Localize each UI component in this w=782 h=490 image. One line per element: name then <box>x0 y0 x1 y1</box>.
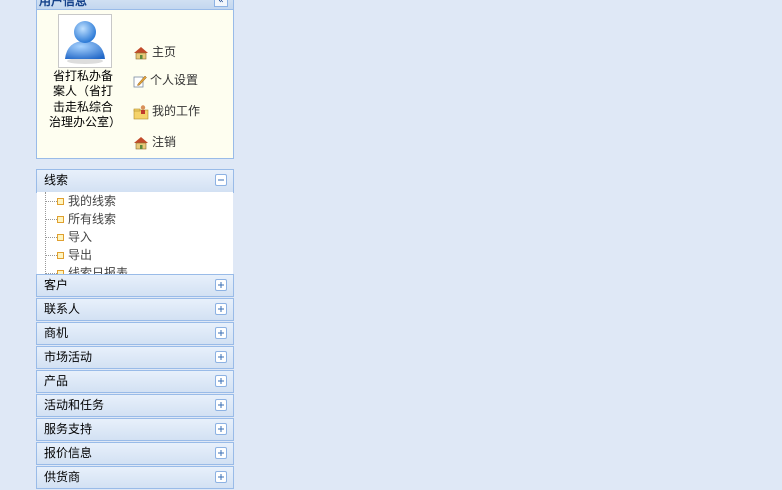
user-info-panel: 用户信息 « 省打私办备案人（省打击走私综合治理办公室） 主页 个人设置 我的工… <box>36 0 234 159</box>
expand-plus-icon[interactable] <box>215 471 227 483</box>
user-info-header: 用户信息 « <box>37 0 233 10</box>
tree-item-label: 导入 <box>68 230 93 244</box>
tree-node-icon <box>57 234 64 241</box>
accordion-header-opportunities[interactable]: 商机 <box>36 322 234 345</box>
tree-node-icon <box>57 252 64 259</box>
accordion-header-leads[interactable]: 线索 <box>36 169 234 193</box>
tree-item-label: 所有线索 <box>68 212 117 226</box>
tree-item-export[interactable]: 导出 <box>45 246 92 264</box>
tree-item-import[interactable]: 导入 <box>45 228 92 246</box>
personal-settings-label: 个人设置 <box>150 73 199 87</box>
expand-plus-icon[interactable] <box>215 279 227 291</box>
accordion-header-label: 报价信息 <box>44 446 93 460</box>
tree-item-label: 线索日报表 <box>68 266 129 274</box>
accordion-header-support[interactable]: 服务支持 <box>36 418 234 441</box>
user-avatar-icon <box>65 21 105 64</box>
expand-plus-icon[interactable] <box>215 423 227 435</box>
personal-settings-link[interactable]: 个人设置 <box>133 71 198 89</box>
accordion-header-marketing[interactable]: 市场活动 <box>36 346 234 369</box>
edit-icon <box>133 75 147 87</box>
tree-item-all-leads[interactable]: 所有线索 <box>45 210 116 228</box>
user-name: 省打私办备案人（省打击走私综合治理办公室） <box>49 69 122 129</box>
my-work-link[interactable]: 我的工作 <box>133 102 200 120</box>
expand-plus-icon[interactable] <box>215 399 227 411</box>
expand-plus-icon[interactable] <box>215 303 227 315</box>
accordion-header-label: 活动和任务 <box>44 398 105 412</box>
tree-node-icon <box>57 198 64 205</box>
accordion-header-contacts[interactable]: 联系人 <box>36 298 234 321</box>
logout-label: 注销 <box>152 135 177 149</box>
accordion-header-label: 客户 <box>44 278 69 292</box>
accordion-header-customers[interactable]: 客户 <box>36 274 234 297</box>
expand-plus-icon[interactable] <box>215 351 227 363</box>
user-info-title: 用户信息 <box>39 0 88 8</box>
accordion-header-label: 联系人 <box>44 302 81 316</box>
expand-plus-icon[interactable] <box>215 327 227 339</box>
home-link-label: 主页 <box>152 45 177 59</box>
accordion-header-suppliers[interactable]: 供货商 <box>36 466 234 489</box>
accordion-header-leads-label: 线索 <box>44 173 69 187</box>
home-icon <box>134 46 148 59</box>
avatar <box>58 14 112 68</box>
tree-item-my-leads[interactable]: 我的线索 <box>45 192 116 210</box>
tree-item-daily-report[interactable]: 线索日报表 <box>45 264 128 274</box>
accordion-header-products[interactable]: 产品 <box>36 370 234 393</box>
tree-node-icon <box>57 216 64 223</box>
tree-item-label: 导出 <box>68 248 93 262</box>
logout-home-icon <box>134 136 148 149</box>
collapse-minus-icon[interactable] <box>215 174 227 186</box>
accordion-header-label: 商机 <box>44 326 69 340</box>
leads-tree: 我的线索 所有线索 导入 导出 线索日报表 <box>37 192 233 274</box>
accordion-header-label: 产品 <box>44 374 69 388</box>
expand-plus-icon[interactable] <box>215 375 227 387</box>
folder-user-icon <box>133 104 149 119</box>
tree-item-label: 我的线索 <box>68 194 117 208</box>
accordion-header-quotes[interactable]: 报价信息 <box>36 442 234 465</box>
logout-link[interactable]: 注销 <box>133 133 176 151</box>
collapse-panel-icon[interactable]: « <box>214 0 228 7</box>
accordion-header-label: 服务支持 <box>44 422 93 436</box>
accordion-header-label: 市场活动 <box>44 350 93 364</box>
home-link[interactable]: 主页 <box>133 43 176 61</box>
accordion-header-activities[interactable]: 活动和任务 <box>36 394 234 417</box>
accordion-header-label: 供货商 <box>44 470 81 484</box>
my-work-label: 我的工作 <box>152 104 201 118</box>
expand-plus-icon[interactable] <box>215 447 227 459</box>
